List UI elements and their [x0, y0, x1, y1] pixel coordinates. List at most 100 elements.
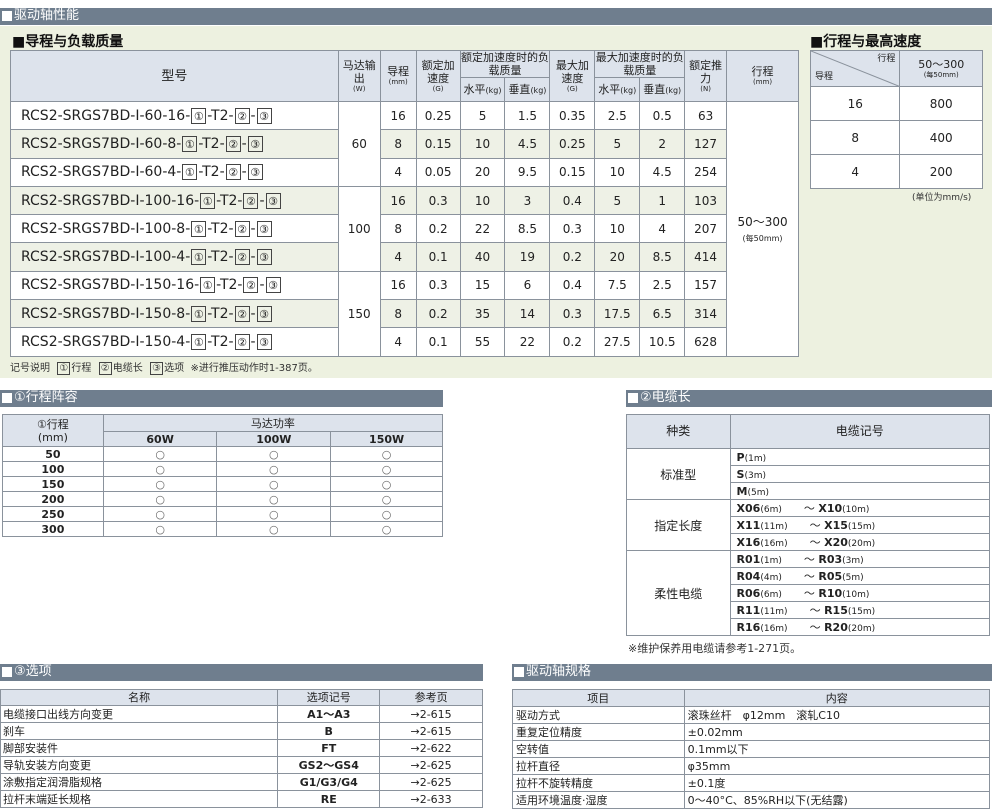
cable-box: ②	[234, 305, 250, 322]
cell-lead: 4	[379, 242, 417, 272]
page: 驱动轴性能 ■导程与负载质量 ■行程与最高速度 型号 马达输出 (W) 导程 (mm…	[0, 0, 992, 809]
cell-ra: 0.15	[415, 129, 461, 159]
stroke-box: ①	[200, 192, 216, 209]
cell-mh: 7.5	[594, 270, 641, 301]
load-row: RCS2-SRGS7BD-I-150-4- ① -T2- ② - ③ 4 0.1 55 22 0.2…	[10, 327, 799, 357]
cable-type: 柔性电缆	[626, 550, 731, 636]
cell-lead: 16	[379, 185, 417, 216]
header-motor-power: 马达功率	[102, 414, 444, 432]
cell-ra: 0.1	[415, 327, 461, 357]
cell-ma: 0.4	[549, 185, 596, 216]
cell-f: 207	[684, 214, 728, 244]
cable-type: 指定长度	[626, 499, 731, 551]
cell-rv: 6	[504, 270, 551, 301]
header-item: 项目	[512, 689, 685, 707]
available-mark: ○	[216, 446, 332, 462]
cell-lead: 16	[379, 270, 417, 301]
stroke-row: 150 ○ ○ ○	[2, 476, 443, 492]
header-150w: 150W	[330, 431, 443, 447]
cell-ma: 0.25	[549, 129, 596, 159]
speed-lead: 16	[809, 86, 901, 121]
model-cell: RCS2-SRGS7BD-I-150-16- ① -T2- ② - ③	[10, 270, 339, 301]
spec-row: 拉杆直径 φ35mm	[512, 757, 991, 775]
load-title: ■导程与负载质量	[12, 34, 124, 50]
spec-row: 空转值 0.1mm以下	[512, 740, 991, 758]
cell-rh: 22	[459, 214, 506, 244]
cable-box: ②	[234, 249, 250, 266]
cell-ma: 0.3	[549, 214, 596, 244]
available-mark: ○	[330, 506, 443, 522]
stroke-box: ①	[200, 277, 216, 294]
speed-unit: (单位为mm/s)	[912, 193, 972, 203]
option-row: 涂敷指定润滑脂规格 G1/G3/G4 →2-625	[0, 773, 483, 791]
cell-rv: 1.5	[504, 100, 551, 131]
cell-f: 63	[684, 100, 728, 131]
header-max-horiz: 水平(kg)	[594, 77, 641, 102]
option-box: ③	[256, 334, 272, 351]
header-rated-horiz: 水平(kg)	[459, 77, 506, 102]
cable-box: ②	[243, 192, 259, 209]
cable-code: X06(6m) 〜 X10(10m)	[729, 499, 991, 517]
available-mark: ○	[330, 446, 443, 462]
header-lead-stroke: 行程 导程	[809, 50, 901, 87]
speed-row: 8 400	[809, 120, 983, 155]
stroke-value: 100	[2, 461, 104, 477]
cable-code: X16(16m) 〜 X20(20m)	[729, 533, 991, 551]
available-mark: ○	[102, 446, 218, 462]
model-cell: RCS2-SRGS7BD-I-60-4- ① -T2- ② - ③	[10, 157, 339, 187]
cell-mh: 2.5	[594, 100, 641, 131]
spec-row: 适用环境温度·湿度 0〜40°C、85%RH以下(无结露)	[512, 791, 991, 809]
option-box: ③	[265, 192, 281, 209]
spec-value: 滚珠丝杆 φ12mm 滚轧C10	[683, 706, 991, 724]
cell-mh: 17.5	[594, 299, 641, 329]
stroke-cell: 50〜300 (每50mm)	[726, 101, 799, 357]
option-name: 拉杆末端延长规格	[0, 790, 279, 808]
option-name: 涂敷指定润滑脂规格	[0, 773, 279, 791]
cell-mv: 2	[639, 129, 686, 159]
header-60w: 60W	[102, 431, 218, 447]
stroke-value: 250	[2, 506, 104, 522]
option-box: ③	[256, 249, 272, 266]
available-mark: ○	[102, 491, 218, 507]
cable-code: R04(4m) 〜 R05(5m)	[729, 567, 991, 585]
cell-f: 628	[684, 327, 728, 357]
option-page: →2-615	[379, 705, 483, 723]
speed-value: 400	[899, 120, 983, 155]
cell-rh: 40	[459, 242, 506, 272]
cell-rv: 19	[504, 242, 551, 272]
header-max-load: 最大加速度时的负载质量	[594, 50, 686, 78]
cell-rh: 35	[459, 299, 506, 329]
cable-code: R06(6m) 〜 R10(10m)	[729, 584, 991, 602]
available-mark: ○	[216, 491, 332, 507]
model-cell: RCS2-SRGS7BD-I-100-8- ① -T2- ② - ③	[10, 214, 339, 244]
cable-row: 柔性电缆 R01(1m) 〜 R03(3m)	[626, 550, 991, 636]
cell-ma: 0.15	[549, 157, 596, 187]
option-box: ③	[265, 277, 281, 294]
option-page: →2-625	[379, 756, 483, 774]
cell-mv: 4	[639, 214, 686, 244]
cable-box: ②	[225, 164, 241, 181]
cable-code: R01(1m) 〜 R03(3m)	[729, 550, 991, 568]
cell-lead: 8	[379, 299, 417, 329]
option-row: 导轨安装方向变更 GS2〜GS4 →2-625	[0, 756, 483, 774]
header-ref-page: 参考页	[379, 689, 483, 706]
cell-mv: 10.5	[639, 327, 686, 357]
model-cell: RCS2-SRGS7BD-I-150-8- ① -T2- ② - ③	[10, 299, 339, 329]
load-row: RCS2-SRGS7BD-I-100-16- ① -T2- ② - ③ 100 16 0.3 10…	[10, 185, 799, 272]
cell-ma: 0.2	[549, 242, 596, 272]
spec-row: 重复定位精度 ±0.02mm	[512, 723, 991, 741]
stroke-row: 200 ○ ○ ○	[2, 491, 443, 507]
model-cell: RCS2-SRGS7BD-I-150-4- ① -T2- ② - ③	[10, 327, 339, 357]
option-page: →2-622	[379, 739, 483, 757]
cable-box: ②	[243, 277, 259, 294]
available-mark: ○	[216, 506, 332, 522]
option-page: →2-625	[379, 773, 483, 791]
option-box: ③	[247, 164, 263, 181]
cell-rv: 9.5	[504, 157, 551, 187]
section-header-spec: 驱动轴规格	[512, 664, 992, 681]
spec-value: φ35mm	[683, 757, 991, 775]
spec-item: 适用环境温度·湿度	[512, 791, 685, 809]
load-row: RCS2-SRGS7BD-I-100-8- ① -T2- ② - ③ 8 0.2 22 8.5 0.…	[10, 214, 799, 244]
header-lead: 导程 (mm)	[379, 50, 417, 102]
cell-lead: 4	[379, 157, 417, 187]
